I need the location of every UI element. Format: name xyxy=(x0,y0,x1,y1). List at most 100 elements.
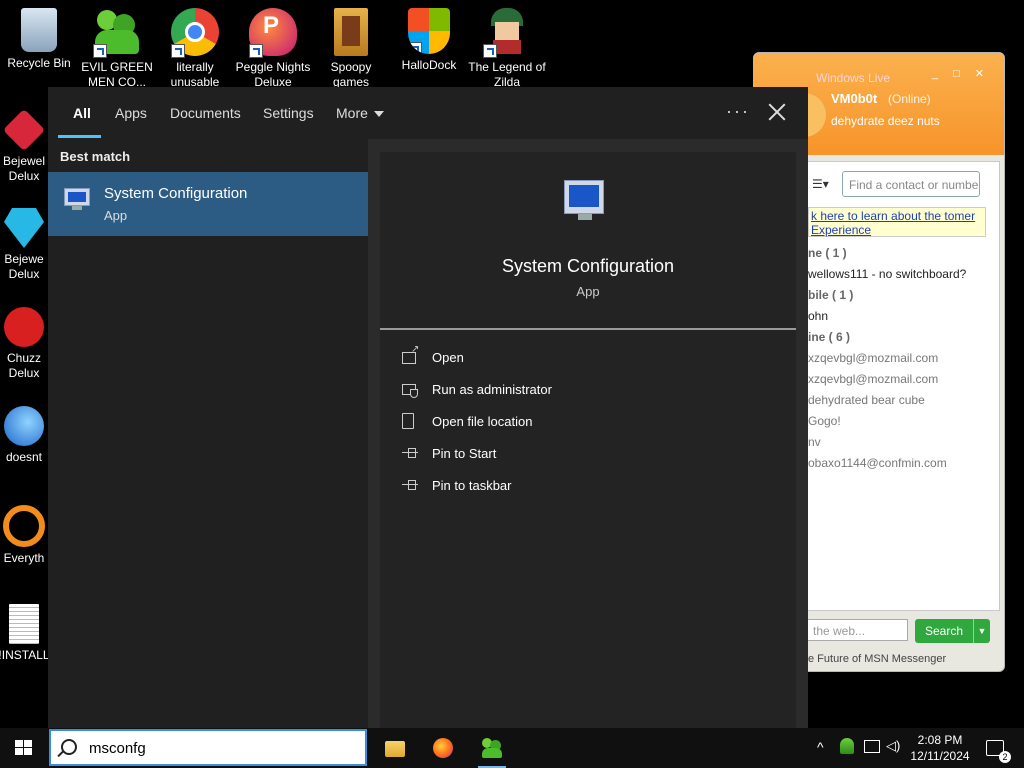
desktop-icon-label: HalloDock xyxy=(401,58,457,72)
contact-item[interactable]: obaxo1144@confmin.com xyxy=(808,453,998,474)
search-panel: All Apps Documents Settings More ··· Bes… xyxy=(48,87,808,728)
taskbar-file-explorer[interactable] xyxy=(375,733,415,763)
admin-shield-icon xyxy=(402,384,418,398)
close-icon[interactable] xyxy=(766,101,788,123)
desktop-icon-bejeweled-2[interactable]: Bejewe Delux xyxy=(0,208,54,282)
msn-tray-icon[interactable] xyxy=(840,738,854,754)
volume-icon[interactable]: ◁) xyxy=(886,738,900,754)
tab-settings[interactable]: Settings xyxy=(263,105,314,121)
result-details: System Configuration App Open Run as adm… xyxy=(380,152,796,728)
best-match-heading: Best match xyxy=(60,149,131,164)
best-match-type: App xyxy=(104,208,128,223)
tab-documents[interactable]: Documents xyxy=(170,105,241,121)
tab-more-label: More xyxy=(336,105,368,121)
search-query: msconfg xyxy=(89,740,146,757)
msn-window-controls[interactable]: _ □ ✕ xyxy=(932,67,990,80)
msn-personal-message[interactable]: dehydrate deez nuts xyxy=(831,114,940,128)
magnifier-icon xyxy=(3,505,45,547)
show-hidden-icons-chevron-up-icon[interactable]: ^ xyxy=(817,739,824,755)
desktop-icon-bejeweled[interactable]: Bejewel Delux xyxy=(0,108,54,184)
best-match-result[interactable]: System Configuration App xyxy=(48,172,368,236)
firefox-icon xyxy=(433,738,453,758)
tab-all[interactable]: All xyxy=(73,105,91,121)
msn-footer-link[interactable]: e Future of MSN Messenger xyxy=(808,653,946,665)
network-icon[interactable] xyxy=(864,740,880,753)
action-label: Pin to Start xyxy=(432,446,497,461)
clock-time: 2:08 PM xyxy=(917,733,963,747)
action-label: Open file location xyxy=(432,414,533,429)
tab-more[interactable]: More xyxy=(336,105,384,121)
chuzzle-icon xyxy=(4,307,44,347)
desktop-icon-chrome[interactable]: literally unusable xyxy=(156,8,234,90)
action-label: Run as administrator xyxy=(432,382,552,397)
pin-icon xyxy=(402,478,418,492)
taskbar-firefox[interactable] xyxy=(423,733,463,763)
desktop-icon-label: literally unusable xyxy=(170,60,220,89)
search-dropdown-icon[interactable]: ▼ xyxy=(973,619,990,643)
contact-item[interactable]: xzqevbgl@mozmail.com xyxy=(808,369,998,390)
detail-title: System Configuration xyxy=(501,256,675,276)
more-options-icon[interactable]: ··· xyxy=(726,101,750,122)
start-button[interactable] xyxy=(15,740,33,756)
taskbar-search-input[interactable]: msconfg xyxy=(49,729,367,766)
msn-ad-link[interactable]: k here to learn about the tomer Experien… xyxy=(808,207,986,237)
system-configuration-icon xyxy=(564,180,610,224)
open-window-icon xyxy=(402,344,419,364)
desktop-icon-chuzzle[interactable]: Chuzz Delux xyxy=(0,307,54,381)
system-configuration-icon xyxy=(64,188,90,210)
windows-shield-icon xyxy=(408,8,450,54)
action-open-file-location[interactable]: Open file location xyxy=(402,410,702,434)
chevron-down-icon xyxy=(373,111,384,118)
action-pin-to-start[interactable]: Pin to Start xyxy=(402,442,702,466)
web-search-input[interactable]: the web... xyxy=(804,619,908,641)
view-menu-icon[interactable]: ☰▾ xyxy=(812,177,829,191)
best-match-title: System Configuration xyxy=(104,185,248,202)
desktop-icon-hallodock[interactable]: HalloDock xyxy=(390,8,468,73)
system-clock[interactable]: 2:08 PM 12/11/2024 xyxy=(905,732,975,764)
pin-icon xyxy=(402,446,418,460)
contact-item[interactable]: dehydrated bear cube xyxy=(808,390,998,411)
file-explorer-icon xyxy=(385,741,405,757)
peggle-icon: P xyxy=(249,8,297,58)
contact-item[interactable]: xzqevbgl@mozmail.com xyxy=(808,348,998,369)
search-icon xyxy=(61,739,77,755)
contact-item[interactable]: Gogo! xyxy=(808,411,998,432)
contact-group[interactable]: bile ( 1 ) xyxy=(808,285,998,306)
detail-divider xyxy=(380,328,796,330)
desktop-icon-thunderbird[interactable]: doesnt xyxy=(0,406,54,465)
thunderbird-icon xyxy=(4,406,44,446)
contact-group[interactable]: ine ( 6 ) xyxy=(808,327,998,348)
contact-item[interactable]: nv xyxy=(808,432,998,453)
action-run-as-admin[interactable]: Run as administrator xyxy=(402,378,702,402)
shortcut-arrow-icon xyxy=(408,42,422,54)
results-list: Best match System Configuration App xyxy=(48,139,368,728)
contact-group[interactable]: ne ( 1 ) xyxy=(808,243,998,264)
tab-apps[interactable]: Apps xyxy=(115,105,147,121)
desktop-icon-evil-green-men[interactable]: EVIL GREEN MEN CO... xyxy=(78,8,156,90)
msn-window-title: Windows Live xyxy=(816,71,891,85)
contact-item[interactable]: wellows111 - no switchboard? xyxy=(808,264,998,285)
notification-center-icon[interactable]: 2 xyxy=(986,740,1011,763)
taskbar-msn-messenger[interactable] xyxy=(472,733,512,768)
chrome-icon xyxy=(171,8,219,58)
recycle-bin-icon xyxy=(21,8,57,52)
find-contact-input[interactable]: Find a contact or numbe xyxy=(842,171,980,197)
msn-display-name[interactable]: VM0b0t xyxy=(831,91,877,106)
bejeweled-icon xyxy=(2,108,46,152)
desktop-icon-install[interactable]: !INSTALL xyxy=(0,604,54,663)
desktop-icon-everything[interactable]: Everyth xyxy=(0,505,54,566)
action-pin-to-taskbar[interactable]: Pin to taskbar xyxy=(402,474,702,498)
web-search-button[interactable]: Search xyxy=(915,619,973,643)
desktop-icon-label: Spoopy games xyxy=(330,60,372,89)
desktop-icon-recycle-bin[interactable]: Recycle Bin xyxy=(0,8,78,71)
notification-count: 2 xyxy=(999,751,1011,763)
contact-item[interactable]: ohn xyxy=(808,306,998,327)
action-open[interactable]: Open xyxy=(402,344,702,370)
desktop-icon-spoopy-games[interactable]: Spoopy games xyxy=(312,8,390,90)
action-label: Open xyxy=(432,350,464,365)
desktop-icon-label: EVIL GREEN MEN CO... xyxy=(81,60,153,89)
desktop-icon-zilda[interactable]: The Legend of Zilda xyxy=(468,8,546,90)
msn-status[interactable]: (Online) xyxy=(888,92,931,106)
desktop-icon-peggle[interactable]: P Peggle Nights Deluxe xyxy=(234,8,312,90)
desktop-icon-label: !INSTALL xyxy=(0,648,50,662)
